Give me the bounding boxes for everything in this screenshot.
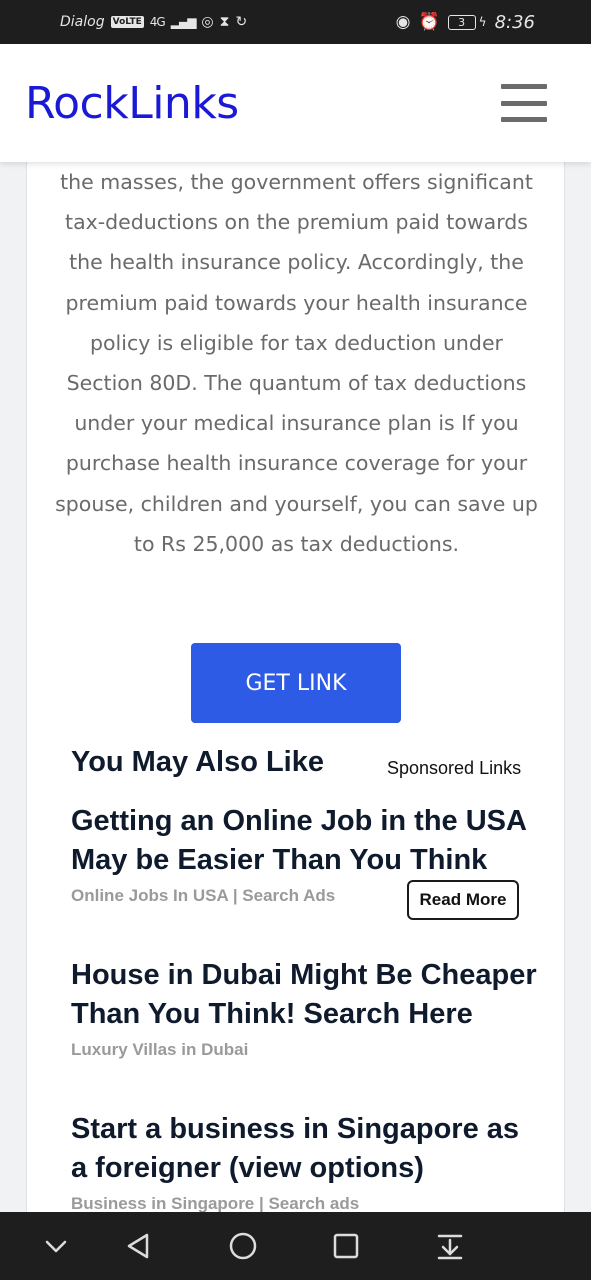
hourglass-icon: ⧗: [219, 14, 230, 30]
menu-line: [501, 100, 547, 106]
article-title[interactable]: Getting an Online Job in the USA May be …: [71, 802, 541, 880]
eye-comfort-icon: ◉: [395, 12, 411, 32]
system-nav-bar: [0, 1212, 591, 1280]
recommended-article[interactable]: Start a business in Singapore as a forei…: [71, 1110, 541, 1212]
menu-line: [501, 117, 547, 122]
get-link-button[interactable]: GET LINK: [191, 643, 401, 723]
recents-icon[interactable]: [330, 1230, 362, 1262]
status-time: 8:36: [494, 11, 535, 33]
hotspot-icon: ◎: [201, 14, 214, 30]
read-more-button[interactable]: Read More: [407, 880, 519, 920]
site-logo[interactable]: RockLinks: [25, 78, 239, 129]
battery-indicator: 3 ϟ: [447, 14, 487, 30]
carrier-name: Dialog: [60, 14, 105, 30]
sponsored-links-label: Sponsored Links: [387, 758, 522, 778]
site-header: RockLinks: [0, 44, 591, 162]
recommended-article[interactable]: House in Dubai Might Be Cheaper Than You…: [71, 956, 541, 1060]
battery-level: 3: [447, 14, 476, 30]
alarm-icon: ⏰: [418, 12, 440, 32]
status-bar: Dialog VoLTE 4G ▂▄▆ ◎ ⧗ ↻ ◉ ⏰ 3 ϟ 8:36: [0, 0, 591, 44]
chevron-down-icon[interactable]: [40, 1230, 72, 1262]
menu-line: [501, 84, 547, 89]
recommendations-title: You May Also Like: [71, 746, 324, 778]
notification-pull-icon[interactable]: [434, 1230, 466, 1262]
charging-icon: ϟ: [478, 15, 487, 29]
article-paragraph: the masses, the government offers signif…: [55, 170, 538, 556]
content-card: the masses, the government offers signif…: [26, 150, 565, 1212]
network-type: 4G: [149, 15, 166, 29]
back-icon[interactable]: [123, 1230, 155, 1262]
article-source: Business in Singapore | Search ads: [71, 1194, 360, 1212]
status-right: ◉ ⏰ 3 ϟ 8:36: [396, 0, 535, 44]
signal-icon: ▂▄▆: [170, 15, 197, 29]
sync-icon: ↻: [235, 14, 248, 30]
article-title[interactable]: Start a business in Singapore as a forei…: [71, 1110, 541, 1188]
hamburger-menu-icon[interactable]: [501, 84, 547, 122]
home-icon[interactable]: [227, 1230, 259, 1262]
status-left: Dialog VoLTE 4G ▂▄▆ ◎ ⧗ ↻: [60, 0, 247, 44]
article-title[interactable]: House in Dubai Might Be Cheaper Than You…: [71, 956, 541, 1034]
volte-badge: VoLTE: [110, 16, 144, 28]
article-source: Luxury Villas in Dubai: [71, 1040, 249, 1059]
